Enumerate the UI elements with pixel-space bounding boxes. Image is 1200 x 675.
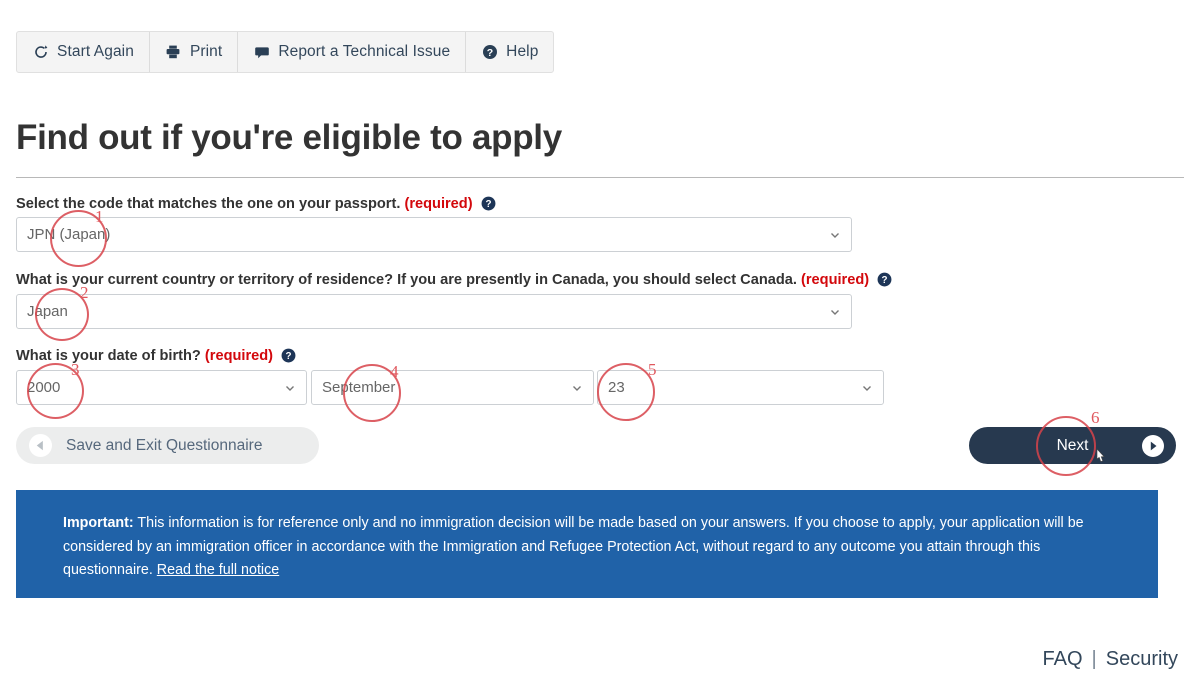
question-circle-icon[interactable]: ?: [281, 348, 296, 363]
svg-text:?: ?: [486, 47, 493, 59]
birth-month-select[interactable]: September: [311, 370, 594, 405]
birth-year-value: 2000: [27, 379, 61, 396]
chevron-down-icon: [861, 382, 873, 394]
passport-code-select[interactable]: JPN (Japan): [16, 217, 852, 252]
next-label: Next: [1056, 436, 1089, 454]
passport-code-value: JPN (Japan): [27, 226, 111, 243]
chevron-down-icon: [284, 382, 296, 394]
help-button[interactable]: ? Help: [466, 32, 553, 72]
birth-day-value: 23: [608, 379, 625, 396]
print-button[interactable]: Print: [150, 32, 239, 72]
security-link[interactable]: Security: [1106, 648, 1178, 671]
date-of-birth-label: What is your date of birth? (required) ?: [16, 348, 296, 364]
start-again-button[interactable]: Start Again: [17, 32, 150, 72]
svg-text:?: ?: [882, 275, 888, 286]
residence-country-label-text: What is your current country or territor…: [16, 272, 797, 288]
birth-month-value: September: [322, 379, 396, 396]
faq-link[interactable]: FAQ: [1043, 648, 1083, 671]
next-button[interactable]: Next: [969, 427, 1176, 464]
save-and-exit-label: Save and Exit Questionnaire: [66, 436, 263, 454]
footer-separator: |: [1091, 648, 1097, 670]
start-again-label: Start Again: [57, 43, 134, 60]
passport-code-label: Select the code that matches the one on …: [16, 196, 496, 212]
footer-links: FAQ | Security: [1043, 648, 1178, 671]
question-circle-icon: ?: [481, 44, 498, 61]
report-technical-issue-label: Report a Technical Issue: [278, 43, 451, 60]
chevron-down-icon: [829, 229, 841, 241]
important-notice: Important: This information is for refer…: [16, 490, 1158, 598]
residence-country-value: Japan: [27, 303, 68, 320]
read-full-notice-link[interactable]: Read the full notice: [157, 562, 279, 578]
svg-text:?: ?: [286, 351, 292, 362]
annotation-number-6: 6: [1091, 408, 1100, 427]
chevron-down-icon: [571, 382, 583, 394]
save-and-exit-button[interactable]: Save and Exit Questionnaire: [16, 427, 319, 464]
svg-text:?: ?: [485, 199, 491, 210]
residence-country-required: (required): [801, 272, 870, 288]
date-of-birth-required: (required): [204, 348, 274, 364]
report-technical-issue-button[interactable]: Report a Technical Issue: [238, 32, 467, 72]
important-label: Important:: [63, 515, 134, 531]
arrow-left-circle-icon: [29, 434, 52, 457]
speech-bubble-icon: [253, 44, 270, 61]
passport-code-required: (required): [404, 196, 473, 212]
question-circle-icon[interactable]: ?: [877, 272, 892, 287]
question-circle-icon[interactable]: ?: [481, 196, 496, 211]
date-of-birth-label-text: What is your date of birth?: [16, 348, 201, 364]
birth-year-select[interactable]: 2000: [16, 370, 307, 405]
title-divider: [16, 177, 1184, 178]
arrow-right-circle-icon: [1142, 434, 1164, 457]
page-title: Find out if you're eligible to apply: [16, 118, 562, 157]
top-toolbar: Start Again Print Report a Technical Iss…: [16, 31, 555, 73]
passport-code-label-text: Select the code that matches the one on …: [16, 196, 401, 212]
chevron-down-icon: [829, 306, 841, 318]
residence-country-label: What is your current country or territor…: [16, 272, 892, 288]
help-label: Help: [506, 43, 539, 60]
print-label: Print: [189, 43, 223, 60]
printer-icon: [165, 44, 182, 61]
residence-country-select[interactable]: Japan: [16, 294, 852, 329]
birth-day-select[interactable]: 23: [597, 370, 884, 405]
mouse-cursor: [1093, 447, 1110, 467]
refresh-icon: [32, 44, 49, 61]
